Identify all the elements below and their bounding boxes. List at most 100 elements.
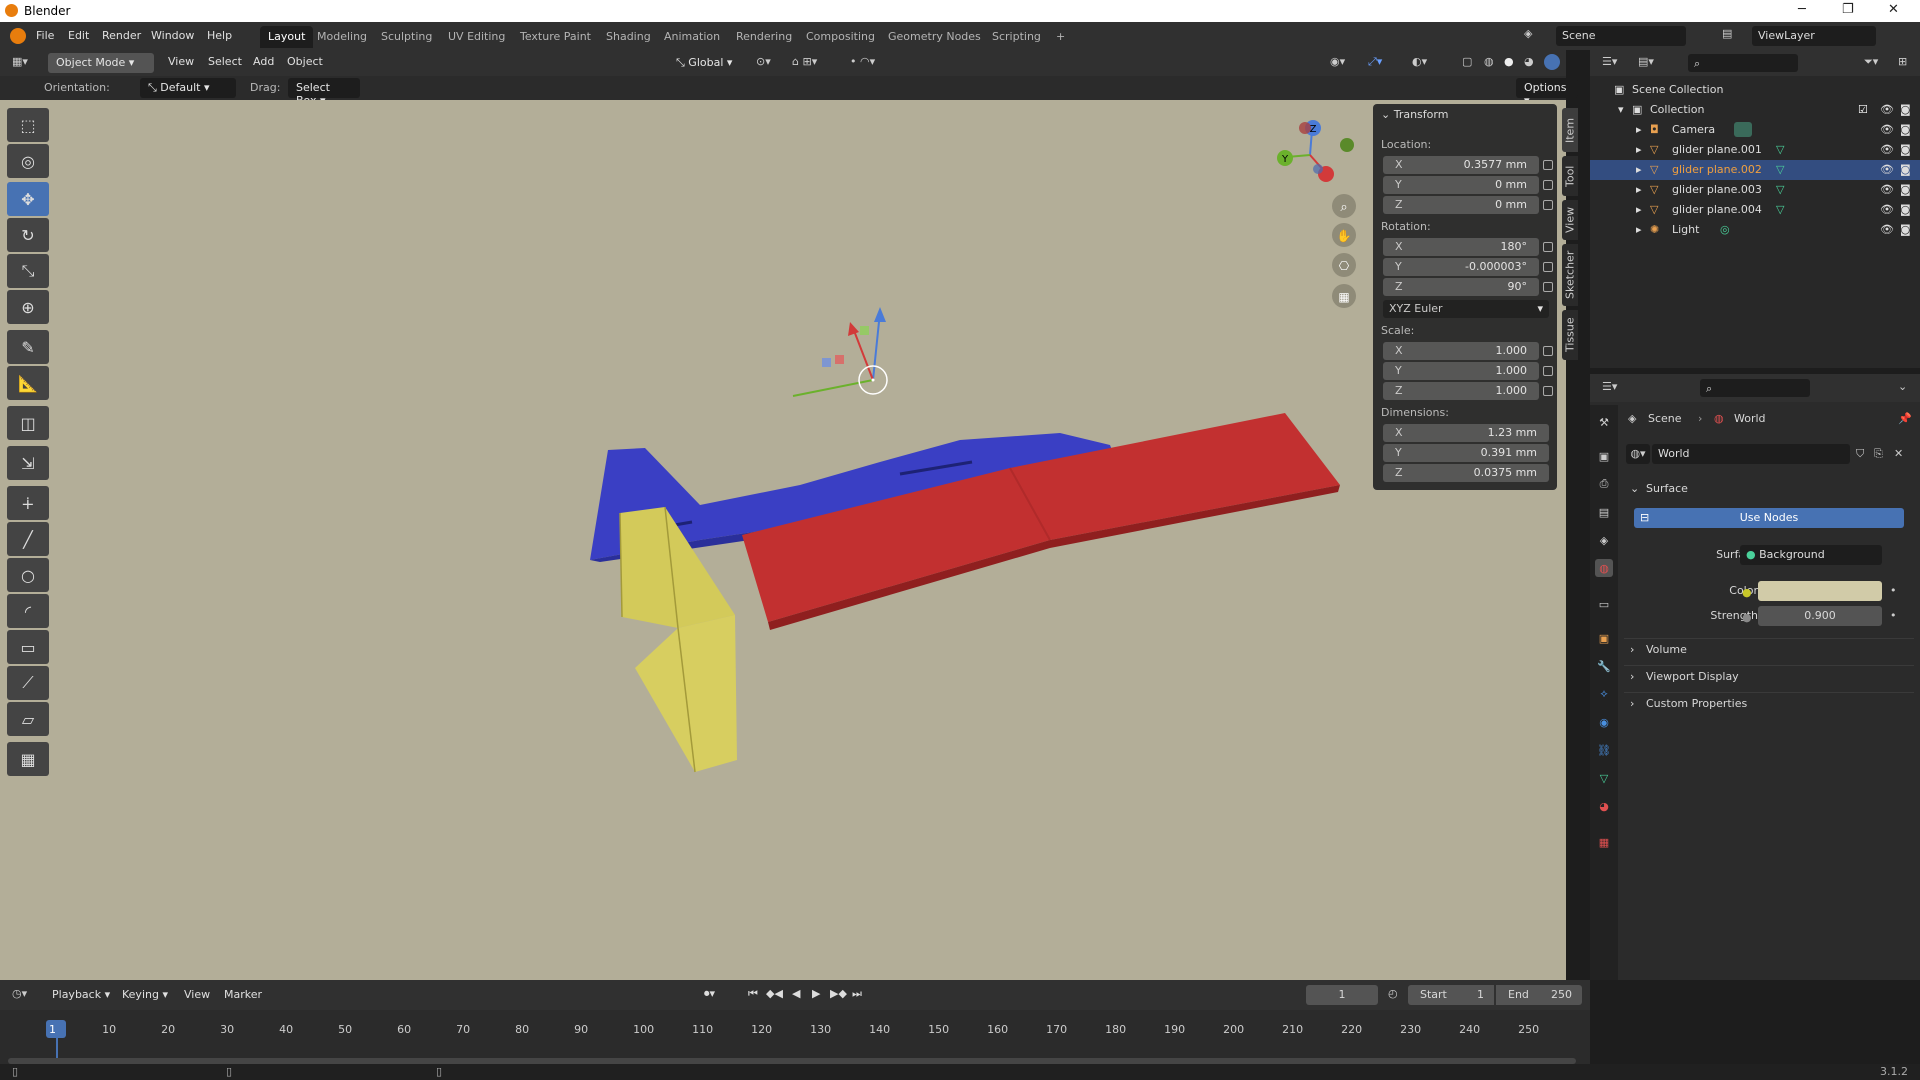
menu-render[interactable]: Render xyxy=(102,29,141,42)
timeline-menu-marker[interactable]: Marker xyxy=(224,988,262,1001)
tab-compositing[interactable]: Compositing xyxy=(798,26,883,48)
rotation-x-field[interactable]: X 180° xyxy=(1383,238,1539,256)
menu-window[interactable]: Window xyxy=(151,29,194,42)
viewport-display-panel-header[interactable]: › Viewport Display xyxy=(1624,665,1914,687)
viewport-menu-select[interactable]: Select xyxy=(208,55,242,68)
add-rectangle-tool-icon[interactable]: ▭ xyxy=(7,630,49,664)
outliner-item-glider-plane-004[interactable]: ▸ ▽ glider plane.004 ▽ 👁 ◙ xyxy=(1590,200,1920,220)
navigation-gizmo[interactable]: Z Y xyxy=(1277,120,1354,182)
eye-icon[interactable]: 👁 xyxy=(1880,223,1894,236)
rotate-tool-icon[interactable]: ↻ xyxy=(7,218,49,252)
checkbox-icon[interactable]: ☑ xyxy=(1858,103,1868,116)
tab-modeling[interactable]: Modeling xyxy=(309,26,375,48)
add-plane-tool-icon[interactable]: ▱ xyxy=(7,702,49,736)
select-box-tool-icon[interactable]: ⬚ xyxy=(7,108,49,142)
eye-icon[interactable]: 👁 xyxy=(1880,123,1894,136)
world-browse-icon[interactable]: ◍▾ xyxy=(1626,444,1650,464)
sidebar-tab-sketcher[interactable]: Sketcher xyxy=(1562,244,1578,306)
strength-field[interactable]: 0.900 xyxy=(1758,606,1882,626)
annotate-tool-icon[interactable]: ✎ xyxy=(7,330,49,364)
lock-icon[interactable] xyxy=(1543,180,1553,190)
scene-icon[interactable]: ◈ xyxy=(1524,27,1540,43)
xray-icon[interactable]: ▢ xyxy=(1462,55,1472,68)
camera-render-icon[interactable]: ◙ xyxy=(1900,163,1911,176)
current-frame-field[interactable]: 1 xyxy=(1306,985,1378,1005)
eye-icon[interactable]: 👁 xyxy=(1880,163,1894,176)
eye-icon[interactable]: 👁 xyxy=(1880,183,1894,196)
eye-icon[interactable]: 👁 xyxy=(1880,103,1894,116)
camera-data-icon[interactable] xyxy=(1734,122,1752,137)
chevron-right-icon[interactable]: ▸ xyxy=(1636,223,1642,236)
unlink-icon[interactable]: ✕ xyxy=(1894,447,1903,460)
editor-type-icon[interactable]: ▦▾ xyxy=(12,55,28,68)
world-color-swatch[interactable] xyxy=(1758,581,1882,601)
keyframe-dot-icon[interactable]: • xyxy=(1890,609,1897,622)
viewport-menu-view[interactable]: View xyxy=(168,55,194,68)
tab-geometry-nodes[interactable]: Geometry Nodes xyxy=(880,26,989,48)
orientation-dropdown[interactable]: ⤡ Default ▾ xyxy=(140,78,236,98)
render-tab-icon[interactable]: ▣ xyxy=(1595,447,1613,465)
material-tab-icon[interactable]: ◕ xyxy=(1595,797,1613,815)
tab-shading[interactable]: Shading xyxy=(598,26,659,48)
outliner-item-light[interactable]: ▸ ✺ Light ◎ 👁 ◙ xyxy=(1590,220,1920,240)
outliner-search-input[interactable]: ⌕ xyxy=(1688,54,1798,72)
menu-help[interactable]: Help xyxy=(207,29,232,42)
mesh-data-icon[interactable]: ▽ xyxy=(1776,143,1784,156)
filter-icon[interactable]: ⏷▾ xyxy=(1864,55,1878,69)
texture-tab-icon[interactable]: ▦ xyxy=(1595,833,1613,851)
object-mode-dropdown[interactable]: Object Mode ▾ xyxy=(48,53,154,73)
tab-texture-paint[interactable]: Texture Paint xyxy=(512,26,599,48)
tab-uv-editing[interactable]: UV Editing xyxy=(440,26,513,48)
jump-start-icon[interactable]: ⏮ xyxy=(748,987,758,1001)
rotation-mode-dropdown[interactable]: XYZ Euler ▾ xyxy=(1383,300,1549,318)
wireframe-shading-icon[interactable]: ◍ xyxy=(1484,55,1494,68)
scene-tab-icon[interactable]: ◈ xyxy=(1595,531,1613,549)
properties-editor-icon[interactable]: ☰▾ xyxy=(1602,380,1617,393)
scale-tool-icon[interactable]: ⤡ xyxy=(7,254,49,288)
add-bspline-tool-icon[interactable]: ⟋ xyxy=(7,666,49,700)
chevron-right-icon[interactable]: ▸ xyxy=(1636,123,1642,136)
world-name-field[interactable]: World xyxy=(1652,444,1850,464)
display-mode-icon[interactable]: ▤▾ xyxy=(1638,55,1654,68)
options-dropdown[interactable]: Options ▾ xyxy=(1516,78,1578,107)
tab-scripting[interactable]: Scripting xyxy=(984,26,1049,48)
outliner-item-glider-plane-001[interactable]: ▸ ▽ glider plane.001 ▽ 👁 ◙ xyxy=(1590,140,1920,160)
scene-canvas[interactable]: Z Y ⌕ ✋ ⎔ ▦ xyxy=(0,100,1566,980)
add-line-tool-icon[interactable]: ╱ xyxy=(7,522,49,556)
measure-tool-icon[interactable]: 📐 xyxy=(7,366,49,400)
light-data-icon[interactable]: ◎ xyxy=(1720,223,1730,236)
chevron-right-icon[interactable]: ▸ xyxy=(1636,163,1642,176)
physics-tab-icon[interactable]: ◉ xyxy=(1595,713,1613,731)
rendered-shading-icon[interactable] xyxy=(1544,54,1560,70)
dimensions-y-field[interactable]: Y 0.391 mm xyxy=(1383,444,1549,462)
lock-icon[interactable] xyxy=(1543,160,1553,170)
scale-y-field[interactable]: Y 1.000 xyxy=(1383,362,1539,380)
menu-file[interactable]: File xyxy=(36,29,54,42)
outliner-item-glider-plane-002[interactable]: ▸ ▽ glider plane.002 ▽ 👁 ◙ xyxy=(1590,160,1920,180)
chevron-right-icon[interactable]: ▸ xyxy=(1636,183,1642,196)
outliner-scene-collection[interactable]: ▣ Scene Collection xyxy=(1590,80,1920,100)
lock-icon[interactable] xyxy=(1543,282,1553,292)
minimize-icon[interactable]: ─ xyxy=(1798,2,1806,17)
mesh-data-icon[interactable]: ▽ xyxy=(1776,163,1784,176)
use-nodes-button[interactable]: ⊟ Use Nodes xyxy=(1634,508,1904,528)
transform-tool-icon[interactable]: ⊕ xyxy=(7,290,49,324)
glider-tail[interactable] xyxy=(619,506,737,773)
scale-z-field[interactable]: Z 1.000 xyxy=(1383,382,1539,400)
view-layer-selector[interactable]: ViewLayer xyxy=(1752,26,1876,46)
dimensions-z-field[interactable]: Z 0.0375 mm xyxy=(1383,464,1549,482)
play-reverse-icon[interactable]: ◀ xyxy=(792,987,800,1000)
view-layer-tab-icon[interactable]: ▤ xyxy=(1595,503,1613,521)
next-keyframe-icon[interactable]: ▶◆ xyxy=(830,987,847,1000)
add-circle-tool-icon[interactable]: ○ xyxy=(7,558,49,592)
output-tab-icon[interactable]: ⎙ xyxy=(1595,475,1613,493)
snap-icon[interactable]: ⌂ ⊞▾ xyxy=(792,55,817,68)
add-arc-tool-icon[interactable]: ◜ xyxy=(7,594,49,628)
lock-icon[interactable] xyxy=(1543,200,1553,210)
keyframe-dot-icon[interactable]: • xyxy=(1890,584,1897,597)
sidebar-tab-item[interactable]: Item xyxy=(1562,108,1578,152)
camera-render-icon[interactable]: ◙ xyxy=(1900,103,1911,116)
add-point-tool-icon[interactable]: ∔ xyxy=(7,486,49,520)
strength-socket-icon[interactable]: ● xyxy=(1742,611,1752,624)
sidebar-tab-tissue[interactable]: Tissue xyxy=(1562,310,1578,360)
